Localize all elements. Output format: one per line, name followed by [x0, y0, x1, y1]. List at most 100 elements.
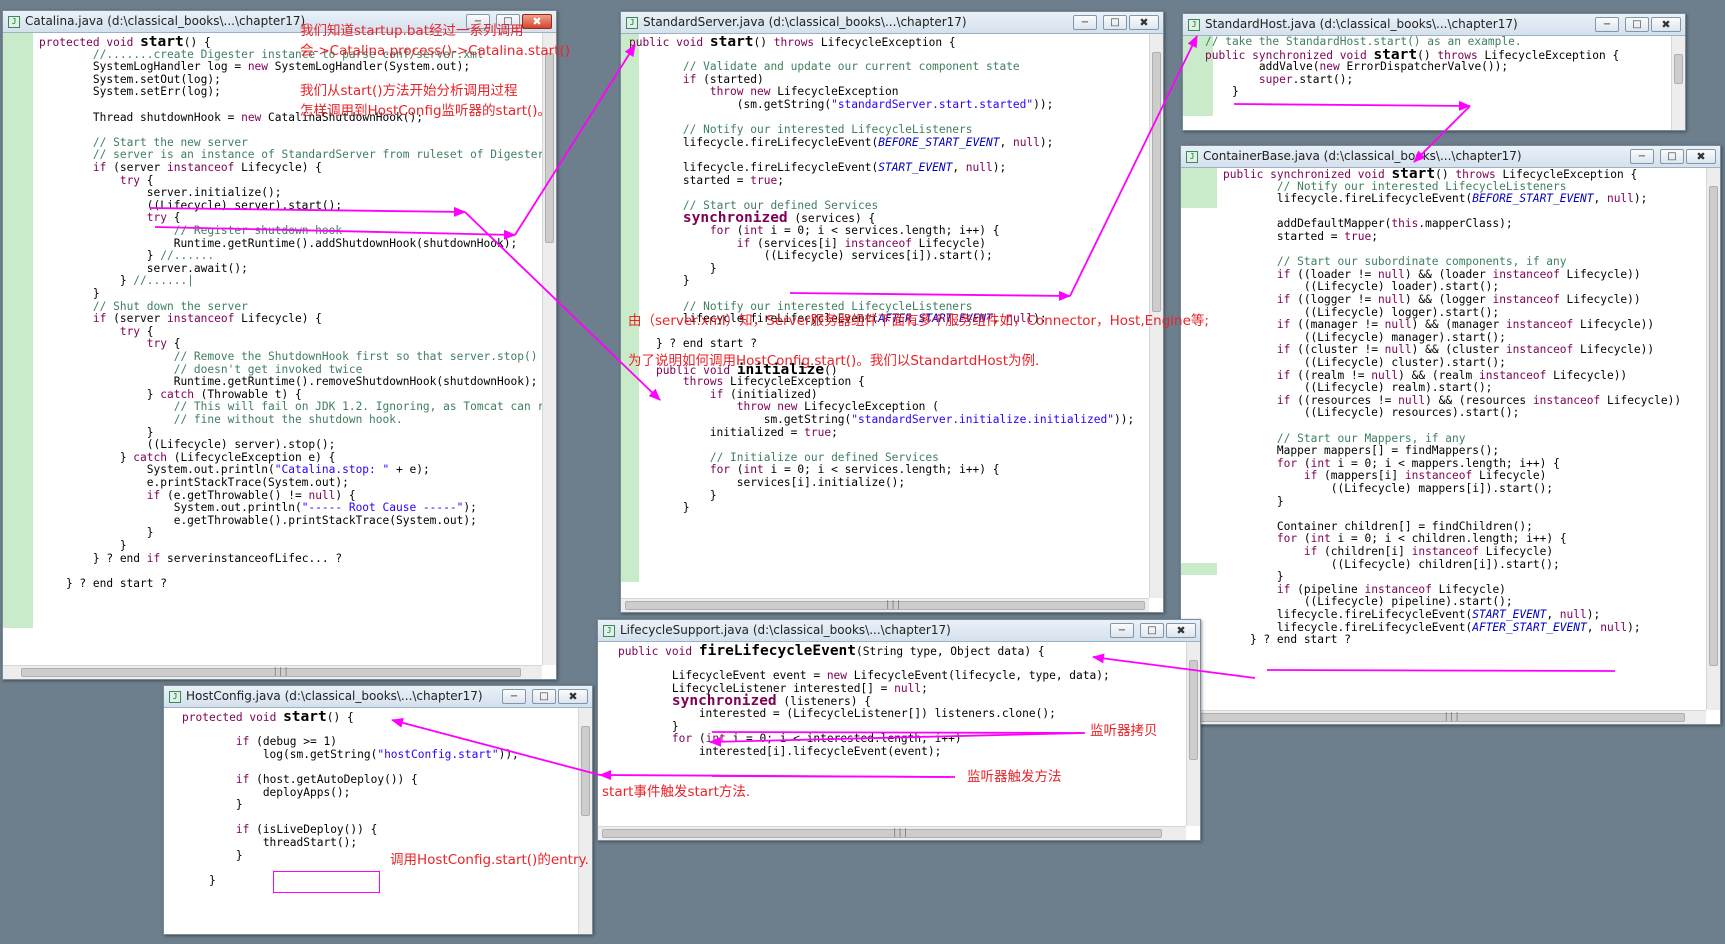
minimize-button[interactable]: −: [1630, 149, 1654, 164]
code-area[interactable]: public void fireLifecycleEvent(String ty…: [598, 642, 1200, 840]
annotation-server-services: 由（server.xml）知，Server服务器组件下面有多个服务组件如，Con…: [628, 313, 1209, 329]
code-line: }: [182, 798, 243, 812]
title-bar[interactable]: J ContainerBase.java (d:\classical_books…: [1181, 146, 1720, 168]
close-button[interactable]: ✖: [1686, 149, 1716, 164]
annotation-listener-trigger: 监听器触发方法: [967, 769, 1062, 785]
code-line: (sm.getString("standardServer.start.star…: [629, 98, 1054, 111]
code-line: server.initialize();: [39, 186, 282, 200]
annotation-startup-chain-2: 会->Catalina.process()->Catalina.start(): [300, 43, 571, 59]
minimize-button[interactable]: −: [1073, 15, 1097, 30]
code-line: }: [39, 539, 127, 552]
title-bar[interactable]: J StandardServer.java (d:\classical_book…: [621, 12, 1163, 34]
annotation-standardhost-example: 为了说明如何调用HostConfig.start()。我们以StandartdH…: [628, 353, 1040, 369]
code-line: } ? end start ?: [629, 337, 757, 351]
code-line: if (host.getAutoDeploy()) {: [235, 773, 418, 786]
code-line: interested = (LifecycleListener[]) liste…: [618, 707, 1056, 720]
code-line: interested[i].lifecycleEvent(event);: [618, 744, 942, 758]
annotation-startup-chain-1: 我们知道startup.bat经过一系列调用: [300, 23, 524, 39]
title-bar[interactable]: J StandardHost.java (d:\classical_books\…: [1183, 14, 1685, 36]
close-button[interactable]: ✖: [558, 689, 588, 704]
code-line: ((Lifecycle) services[i]).start();: [629, 249, 993, 263]
code-line: for (int i = 0; i < interested.length; i…: [671, 732, 962, 746]
code-line: // take the StandardHost.start() as an e…: [1205, 36, 1522, 48]
annotation-entry: 调用HostConfig.start()的entry.: [390, 852, 589, 868]
window-title: Catalina.java (d:\classical_books\...\ch…: [25, 14, 306, 28]
code-line: } ? end start ?: [39, 576, 167, 590]
code-line: lifecycle.fireLifecycleEvent(BEFORE_STAR…: [1223, 192, 1648, 206]
code-line: }: [182, 873, 216, 887]
code-line: System.setErr(log);: [39, 85, 221, 99]
code-line: addValve(new ErrorDispatcherValve());: [1205, 60, 1509, 74]
java-file-icon: J: [1188, 19, 1200, 31]
code-line: initialized = true;: [629, 425, 838, 439]
code-line: System.out.println("----- Root Cause ---…: [39, 501, 477, 515]
code-line: throws LifecycleException {: [682, 375, 865, 389]
code-line: e.printStackTrace(System.out);: [39, 476, 349, 489]
restore-button[interactable]: □: [532, 689, 556, 704]
restore-button[interactable]: □: [1103, 15, 1127, 30]
close-button[interactable]: ✖: [522, 14, 552, 29]
code-line: if ((logger != null) && (logger instance…: [1276, 293, 1641, 306]
vertical-scrollbar[interactable]: [1706, 168, 1720, 710]
code-line: } ? end if serverinstanceofLifec... ?: [39, 551, 343, 565]
code-line: Mapper mappers[] = findMappers();: [1223, 444, 1500, 458]
code-area[interactable]: public synchronized void start() throws …: [1181, 168, 1720, 724]
title-bar[interactable]: J LifecycleSupport.java (d:\classical_bo…: [598, 620, 1200, 642]
minimize-button[interactable]: −: [502, 689, 526, 704]
restore-button[interactable]: □: [1140, 623, 1164, 638]
close-button[interactable]: ✖: [1166, 623, 1196, 638]
code-line: if (server instanceof Lifecycle) {: [92, 161, 322, 174]
java-file-icon: J: [8, 16, 20, 28]
vertical-scrollbar[interactable]: [1186, 642, 1200, 826]
close-button[interactable]: ✖: [1651, 17, 1681, 32]
annotation-start-analysis-2: 怎样调用到HostConfig监听器的start()。: [300, 103, 552, 119]
title-bar[interactable]: J HostConfig.java (d:\classical_books\..…: [164, 686, 592, 708]
restore-button[interactable]: □: [1625, 17, 1649, 32]
code-line: if (server instanceof Lifecycle) {: [92, 312, 322, 326]
code-line: log(sm.getString("hostConfig.start"));: [182, 747, 519, 761]
threadstart-highlight-box: [273, 871, 380, 893]
hostconfig-editor-window: J HostConfig.java (d:\classical_books\..…: [163, 685, 593, 935]
vertical-scrollbar[interactable]: [578, 708, 592, 934]
code-line: SystemLogHandler log = new SystemLogHand…: [39, 60, 471, 74]
vertical-scrollbar[interactable]: [1671, 36, 1685, 130]
vertical-scrollbar[interactable]: [542, 33, 556, 665]
code-line: Runtime.getRuntime().removeShutdownHook(…: [39, 375, 538, 389]
code-line: lifecycle.fireLifecycleEvent(BEFORE_STAR…: [629, 135, 1054, 149]
code-line: } //......: [39, 249, 215, 263]
window-title: StandardServer.java (d:\classical_books\…: [643, 15, 967, 29]
restore-button[interactable]: □: [1660, 149, 1684, 164]
code-area[interactable]: protected void start() { //.......create…: [3, 33, 556, 679]
code-line: if ((manager != null) && (manager instan…: [1276, 318, 1655, 332]
code-line: sm.getString("standardServer.initialize.…: [629, 413, 1135, 426]
code-line: for (int i = 0; i < services.length; i++…: [709, 224, 1000, 237]
code-line: }: [1223, 494, 1284, 508]
minimize-button[interactable]: −: [1595, 17, 1619, 32]
code-area[interactable]: protected void start() { if (debug >= 1)…: [164, 708, 592, 934]
horizontal-scrollbar[interactable]: |||: [3, 665, 542, 679]
horizontal-scrollbar[interactable]: |||: [1181, 710, 1706, 724]
java-file-icon: J: [169, 691, 181, 703]
code-line: threadStart();: [182, 836, 358, 849]
code-line: }: [1205, 85, 1239, 99]
code-line: ((Lifecycle) cluster).start();: [1223, 356, 1506, 369]
horizontal-scrollbar[interactable]: |||: [621, 598, 1149, 612]
code-line: LifecycleEvent event = new LifecycleEven…: [618, 669, 1110, 683]
code-line: ((Lifecycle) server).stop();: [39, 438, 336, 452]
annotation-start-analysis-1: 我们从start()方法开始分析调用过程: [300, 83, 518, 99]
window-title: LifecycleSupport.java (d:\classical_book…: [620, 623, 951, 637]
code-line: }: [39, 287, 100, 300]
window-title: StandardHost.java (d:\classical_books\..…: [1205, 17, 1518, 31]
code-line: }: [1223, 570, 1284, 584]
annotation-start-event: start事件触发start方法.: [602, 784, 751, 800]
java-file-icon: J: [1186, 151, 1198, 163]
code-line: services[i].initialize();: [629, 476, 906, 489]
close-button[interactable]: ✖: [1129, 15, 1159, 30]
code-line: ((Lifecycle) realm).start();: [1223, 381, 1493, 395]
code-line: // fine without the shutdown hook.: [173, 413, 403, 426]
minimize-button[interactable]: −: [1110, 623, 1134, 638]
code-area[interactable]: // take the StandardHost.start() as an e…: [1183, 36, 1685, 130]
code-line: }: [629, 274, 690, 288]
horizontal-scrollbar[interactable]: |||: [598, 826, 1186, 840]
containerbase-editor-window: J ContainerBase.java (d:\classical_books…: [1180, 145, 1721, 725]
